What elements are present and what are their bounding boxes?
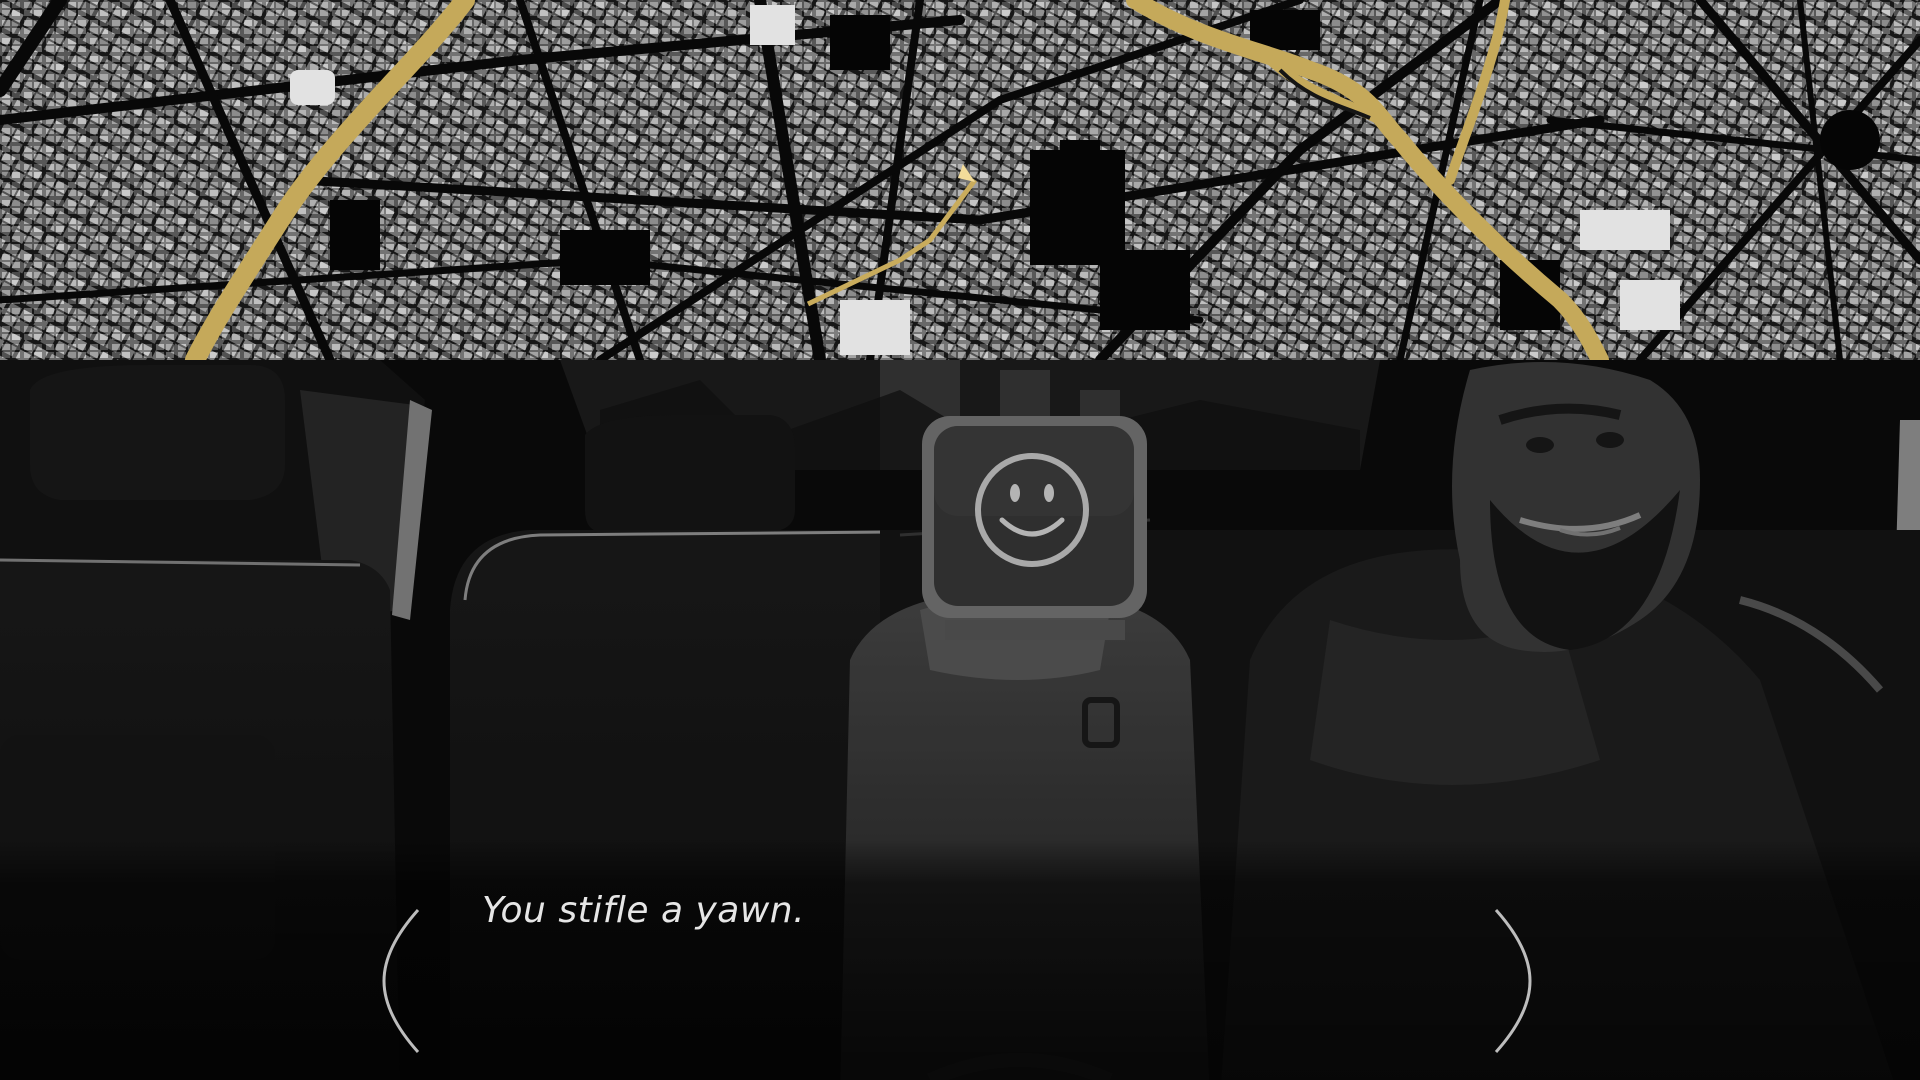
city-map	[0, 0, 1920, 360]
dialogue-text: You stifle a yawn.	[482, 890, 806, 931]
game-screen: You stifle a yawn.	[0, 0, 1920, 1080]
city-map-graphic	[0, 0, 1920, 360]
dialogue-right-bracket-icon	[1494, 909, 1532, 1053]
dialogue-panel[interactable]	[0, 840, 1920, 1080]
dialogue-left-bracket-icon	[382, 909, 420, 1053]
